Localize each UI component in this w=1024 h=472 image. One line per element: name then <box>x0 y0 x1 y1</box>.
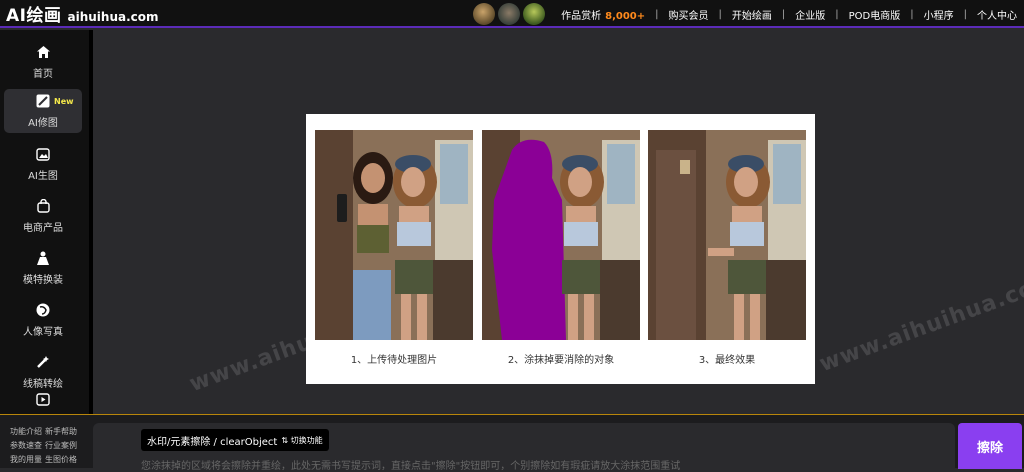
sidebar-item-home[interactable]: 首页 <box>4 40 82 84</box>
nav-separator: | <box>963 8 967 20</box>
avatar[interactable] <box>523 3 546 25</box>
sidebar-item-sketch[interactable]: 线稿转绘 <box>4 350 82 394</box>
mode-label: 水印/元素擦除 / clearObject <box>147 436 278 448</box>
avatar[interactable] <box>473 3 496 25</box>
brand-domain: aihuihua.com <box>67 9 159 24</box>
nav-pod-ecommerce[interactable]: POD电商版 <box>842 7 908 22</box>
sidebar-item-model-dress[interactable]: 模特换装 <box>4 246 82 290</box>
edit-image-icon <box>35 93 51 109</box>
main-canvas[interactable]: www.aihuihua.com www.aihuihua.com <box>93 30 1024 414</box>
step-2-caption: 2、涂抹掉要消除的对象 <box>507 355 615 366</box>
new-badge: New <box>54 97 74 106</box>
mode-toggle[interactable]: ⇅ 切换功能 <box>281 435 322 446</box>
sidebar-item-label: AI生图 <box>28 171 58 182</box>
nav-gallery-label: 作品赏析 <box>561 10 602 22</box>
nav-gallery[interactable]: 作品赏析 8,000+ <box>554 7 652 22</box>
step-1-image <box>315 130 473 340</box>
step-3-caption: 3、最终效果 <box>698 355 756 366</box>
top-nav: 作品赏析 8,000+ | 购买会员 | 开始绘画 | 企业版 | POD电商版 … <box>473 0 1024 28</box>
video-icon <box>35 392 51 408</box>
brand-name: AI绘画 <box>6 5 62 26</box>
nav-separator: | <box>835 8 839 20</box>
erase-button[interactable]: 擦除 <box>958 423 1022 469</box>
sidebar-item-label: 电商产品 <box>23 223 63 234</box>
link-param-reference[interactable]: 参数速查 <box>10 441 42 450</box>
step-2-image <box>482 130 640 340</box>
sidebar-item-label: AI修图 <box>28 118 58 129</box>
nav-separator: | <box>781 8 786 20</box>
sidebar-item-label: 首页 <box>33 69 53 80</box>
bottom-bar: 功能介绍 新手帮助 参数速查 行业案例 我的用量 生图价格 水印/元素擦除 / cle… <box>0 414 1024 472</box>
link-my-usage[interactable]: 我的用量 <box>10 455 42 464</box>
home-icon <box>35 44 51 60</box>
portrait-icon <box>35 302 51 318</box>
nav-separator: | <box>655 8 659 20</box>
link-beginner-help[interactable]: 新手帮助 <box>45 427 77 436</box>
nav-separator: | <box>718 8 722 20</box>
link-pricing[interactable]: 生图价格 <box>45 455 77 464</box>
link-industry-cases[interactable]: 行业案例 <box>45 441 77 450</box>
nav-enterprise[interactable]: 企业版 <box>788 7 832 22</box>
mode-switch-chip[interactable]: 水印/元素擦除 / clearObject ⇅ 切换功能 <box>141 429 329 451</box>
brand-logo[interactable]: AI绘画 aihuihua.com <box>6 1 159 26</box>
step-1-caption: 1、上传待处理图片 <box>350 355 438 366</box>
prompt-area[interactable]: 水印/元素擦除 / clearObject ⇅ 切换功能 您涂抹掉的区域将会擦除… <box>93 423 955 472</box>
sidebar-item-ai-retouch[interactable]: New AI修图 <box>4 89 82 133</box>
featured-avatars <box>473 3 548 25</box>
shopping-bag-icon <box>35 198 51 214</box>
nav-mini-program[interactable]: 小程序 <box>917 7 961 22</box>
link-feature-intro[interactable]: 功能介绍 <box>10 427 42 436</box>
nav-start-painting[interactable]: 开始绘画 <box>725 7 779 22</box>
gallery-count: 8,000+ <box>605 10 646 22</box>
sidebar-item-ai-generate[interactable]: AI生图 <box>4 142 82 186</box>
image-generate-icon <box>35 146 51 162</box>
sidebar-item-ecommerce[interactable]: 电商产品 <box>4 194 82 238</box>
top-bar: AI绘画 aihuihua.com 作品赏析 8,000+ | 购买会员 | 开始… <box>0 0 1024 28</box>
nav-separator: | <box>910 8 914 20</box>
help-links: 功能介绍 新手帮助 参数速查 行业案例 我的用量 生图价格 <box>10 425 80 467</box>
nav-personal-center[interactable]: 个人中心 <box>970 7 1024 22</box>
step-3-image <box>648 130 806 340</box>
sidebar-item-label: 模特换装 <box>23 275 63 286</box>
sidebar: 首页 New AI修图 AI生图 电商产品 模特换装 人像写真 线稿转绘 <box>0 30 90 414</box>
nav-buy-membership[interactable]: 购买会员 <box>662 7 716 22</box>
sidebar-item-portrait[interactable]: 人像写真 <box>4 298 82 342</box>
sidebar-item-video[interactable] <box>4 390 82 414</box>
demo-steps-card: 1、上传待处理图片 2、涂抹掉要消除的对象 3、最终效果 <box>306 114 815 384</box>
sidebar-item-label: 人像写真 <box>23 327 63 338</box>
sketch-icon <box>35 354 51 370</box>
sidebar-item-label: 线稿转绘 <box>23 379 63 390</box>
prompt-hint: 您涂抹掉的区域将会擦除并重绘，此处无需书写提示词，直接点击"擦除"按钮即可，个别… <box>141 461 681 472</box>
avatar[interactable] <box>498 3 521 25</box>
watermark: www.aihuihua.com <box>816 267 1024 378</box>
model-dress-icon <box>35 250 51 266</box>
